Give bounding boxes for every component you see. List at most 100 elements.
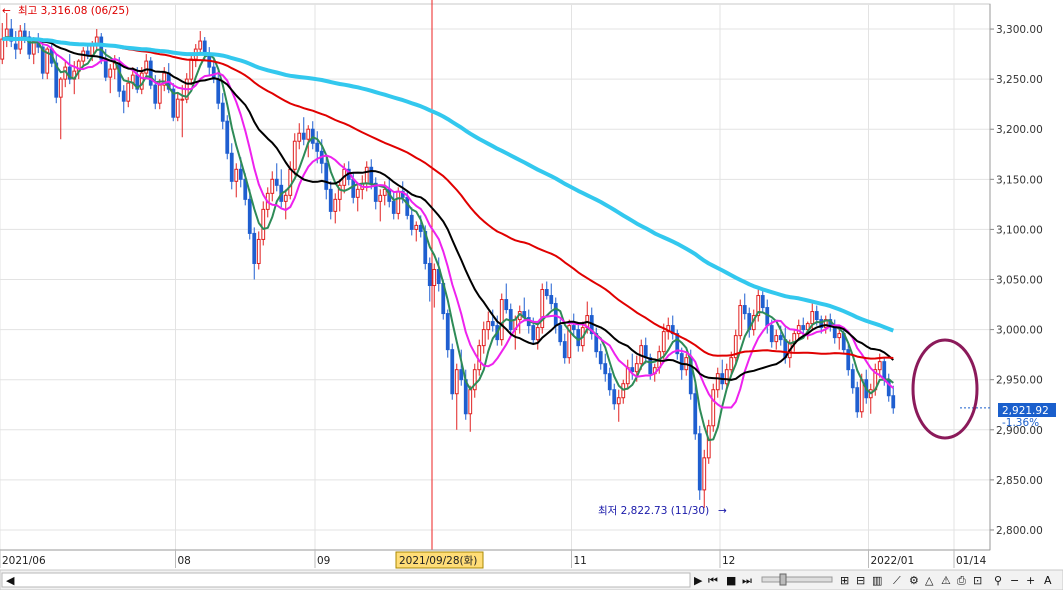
high-annotation-arrow: ← — [2, 5, 11, 17]
horizontal-scrollbar-track[interactable] — [1, 572, 691, 588]
candle-body — [616, 397, 621, 405]
high-annotation: 최고 3,316.08 (06/25) — [18, 5, 129, 17]
candle-body — [351, 178, 356, 198]
candle-body — [103, 58, 108, 78]
last-price-value: 2,921.92 — [1002, 405, 1049, 417]
candle-body — [544, 289, 549, 297]
candle-body — [378, 194, 383, 202]
candle-body — [558, 325, 563, 343]
candle-body — [576, 329, 581, 347]
candle-body — [801, 325, 806, 331]
candle-body — [85, 50, 90, 56]
zoom-slider-track[interactable] — [761, 576, 833, 583]
zoom-in-icon[interactable]: + — [1026, 574, 1035, 587]
candle-body — [315, 142, 320, 152]
candle-body — [603, 363, 608, 375]
chart-type-icon[interactable]: ▥ — [872, 574, 882, 587]
candle-body — [220, 102, 225, 122]
zoom-slider-handle[interactable] — [779, 573, 787, 586]
font-size-icon[interactable]: A — [1044, 574, 1052, 587]
candle-body — [229, 152, 234, 182]
candle-body — [661, 331, 666, 353]
candle-body — [414, 224, 419, 230]
candle-body — [355, 188, 360, 198]
candle-body — [297, 132, 302, 142]
candle-body — [126, 82, 131, 102]
low-annotation: 최저 2,822.73 (11/30) — [598, 505, 709, 517]
candle-body — [418, 224, 423, 232]
candle-body — [396, 190, 401, 214]
draw-line-icon[interactable]: ⟋ — [893, 574, 901, 587]
candle-body — [499, 299, 504, 341]
candle-body — [153, 84, 158, 104]
print-icon[interactable]: ⎙ — [957, 574, 966, 587]
candle-body — [148, 60, 153, 86]
candle-body — [445, 313, 450, 351]
candle-body — [891, 395, 896, 409]
y-tick-label: 3,250.00 — [996, 74, 1043, 86]
alert-icon[interactable]: ⚠ — [941, 574, 951, 587]
candle-body — [364, 166, 369, 184]
settings-icon[interactable]: ⚙ — [909, 574, 919, 587]
candle-body — [256, 238, 261, 264]
candle-body — [760, 295, 765, 309]
candle-body — [22, 30, 27, 38]
candle-body — [724, 369, 729, 385]
triangle-icon[interactable]: △ — [925, 574, 934, 587]
candle-body — [634, 363, 639, 373]
lock-icon[interactable]: ⊡ — [973, 574, 982, 587]
candle-body — [742, 305, 747, 315]
candle-body — [693, 393, 698, 435]
candle-body — [598, 351, 603, 365]
candle-body — [729, 357, 734, 371]
candle-body — [549, 295, 554, 305]
candle-body — [697, 433, 702, 491]
candle-body — [454, 369, 459, 395]
last-page-icon[interactable]: ⏭ — [742, 574, 752, 587]
candle-body — [553, 303, 558, 327]
stop-icon[interactable]: ■ — [726, 574, 736, 587]
candle-body — [283, 194, 288, 202]
zoom-out-icon[interactable]: − — [1010, 574, 1019, 587]
candle-body — [612, 389, 617, 405]
candle-body — [621, 383, 626, 399]
candle-body — [234, 168, 239, 182]
candle-body — [108, 68, 113, 78]
candle-body — [846, 349, 851, 371]
grid-toggle-icon[interactable]: ⊞ — [840, 574, 849, 587]
candle-body — [274, 178, 279, 186]
scroll-left-icon[interactable]: ◀ — [6, 574, 15, 587]
scroll-right-icon[interactable]: ▶ — [694, 574, 703, 587]
candle-body — [247, 198, 252, 234]
candle-body — [216, 78, 221, 104]
candle-body — [882, 361, 887, 381]
y-tick-label: 3,150.00 — [996, 174, 1043, 186]
x-tick-label: 2021/06 — [2, 555, 46, 567]
low-annotation-arrow: → — [718, 505, 727, 517]
first-page-icon[interactable]: ⏮ — [708, 574, 718, 587]
candle-body — [562, 341, 567, 359]
candle-body — [504, 299, 509, 311]
candle-body — [238, 168, 243, 180]
search-icon[interactable]: ⚲ — [994, 574, 1002, 587]
candle-body — [535, 327, 540, 341]
layout-icon[interactable]: ⊟ — [856, 574, 865, 587]
candle-body — [180, 98, 185, 101]
candle-body — [301, 132, 306, 140]
candle-body — [225, 120, 230, 154]
last-price-change: -1.36% — [1002, 417, 1039, 429]
candle-body — [175, 98, 180, 118]
candle-body — [432, 268, 437, 287]
candle-body — [13, 43, 18, 50]
candle-body — [292, 140, 297, 170]
candle-body — [328, 188, 333, 212]
candle-body — [778, 335, 783, 341]
y-tick-label: 3,200.00 — [996, 124, 1043, 136]
candle-body — [369, 166, 374, 184]
y-tick-label: 3,300.00 — [996, 24, 1043, 36]
y-tick-label: 2,950.00 — [996, 375, 1043, 387]
candle-body — [157, 84, 162, 104]
candle-body — [715, 373, 720, 391]
x-tick-label: 01/14 — [956, 555, 987, 567]
y-tick-label: 2,800.00 — [996, 525, 1043, 537]
